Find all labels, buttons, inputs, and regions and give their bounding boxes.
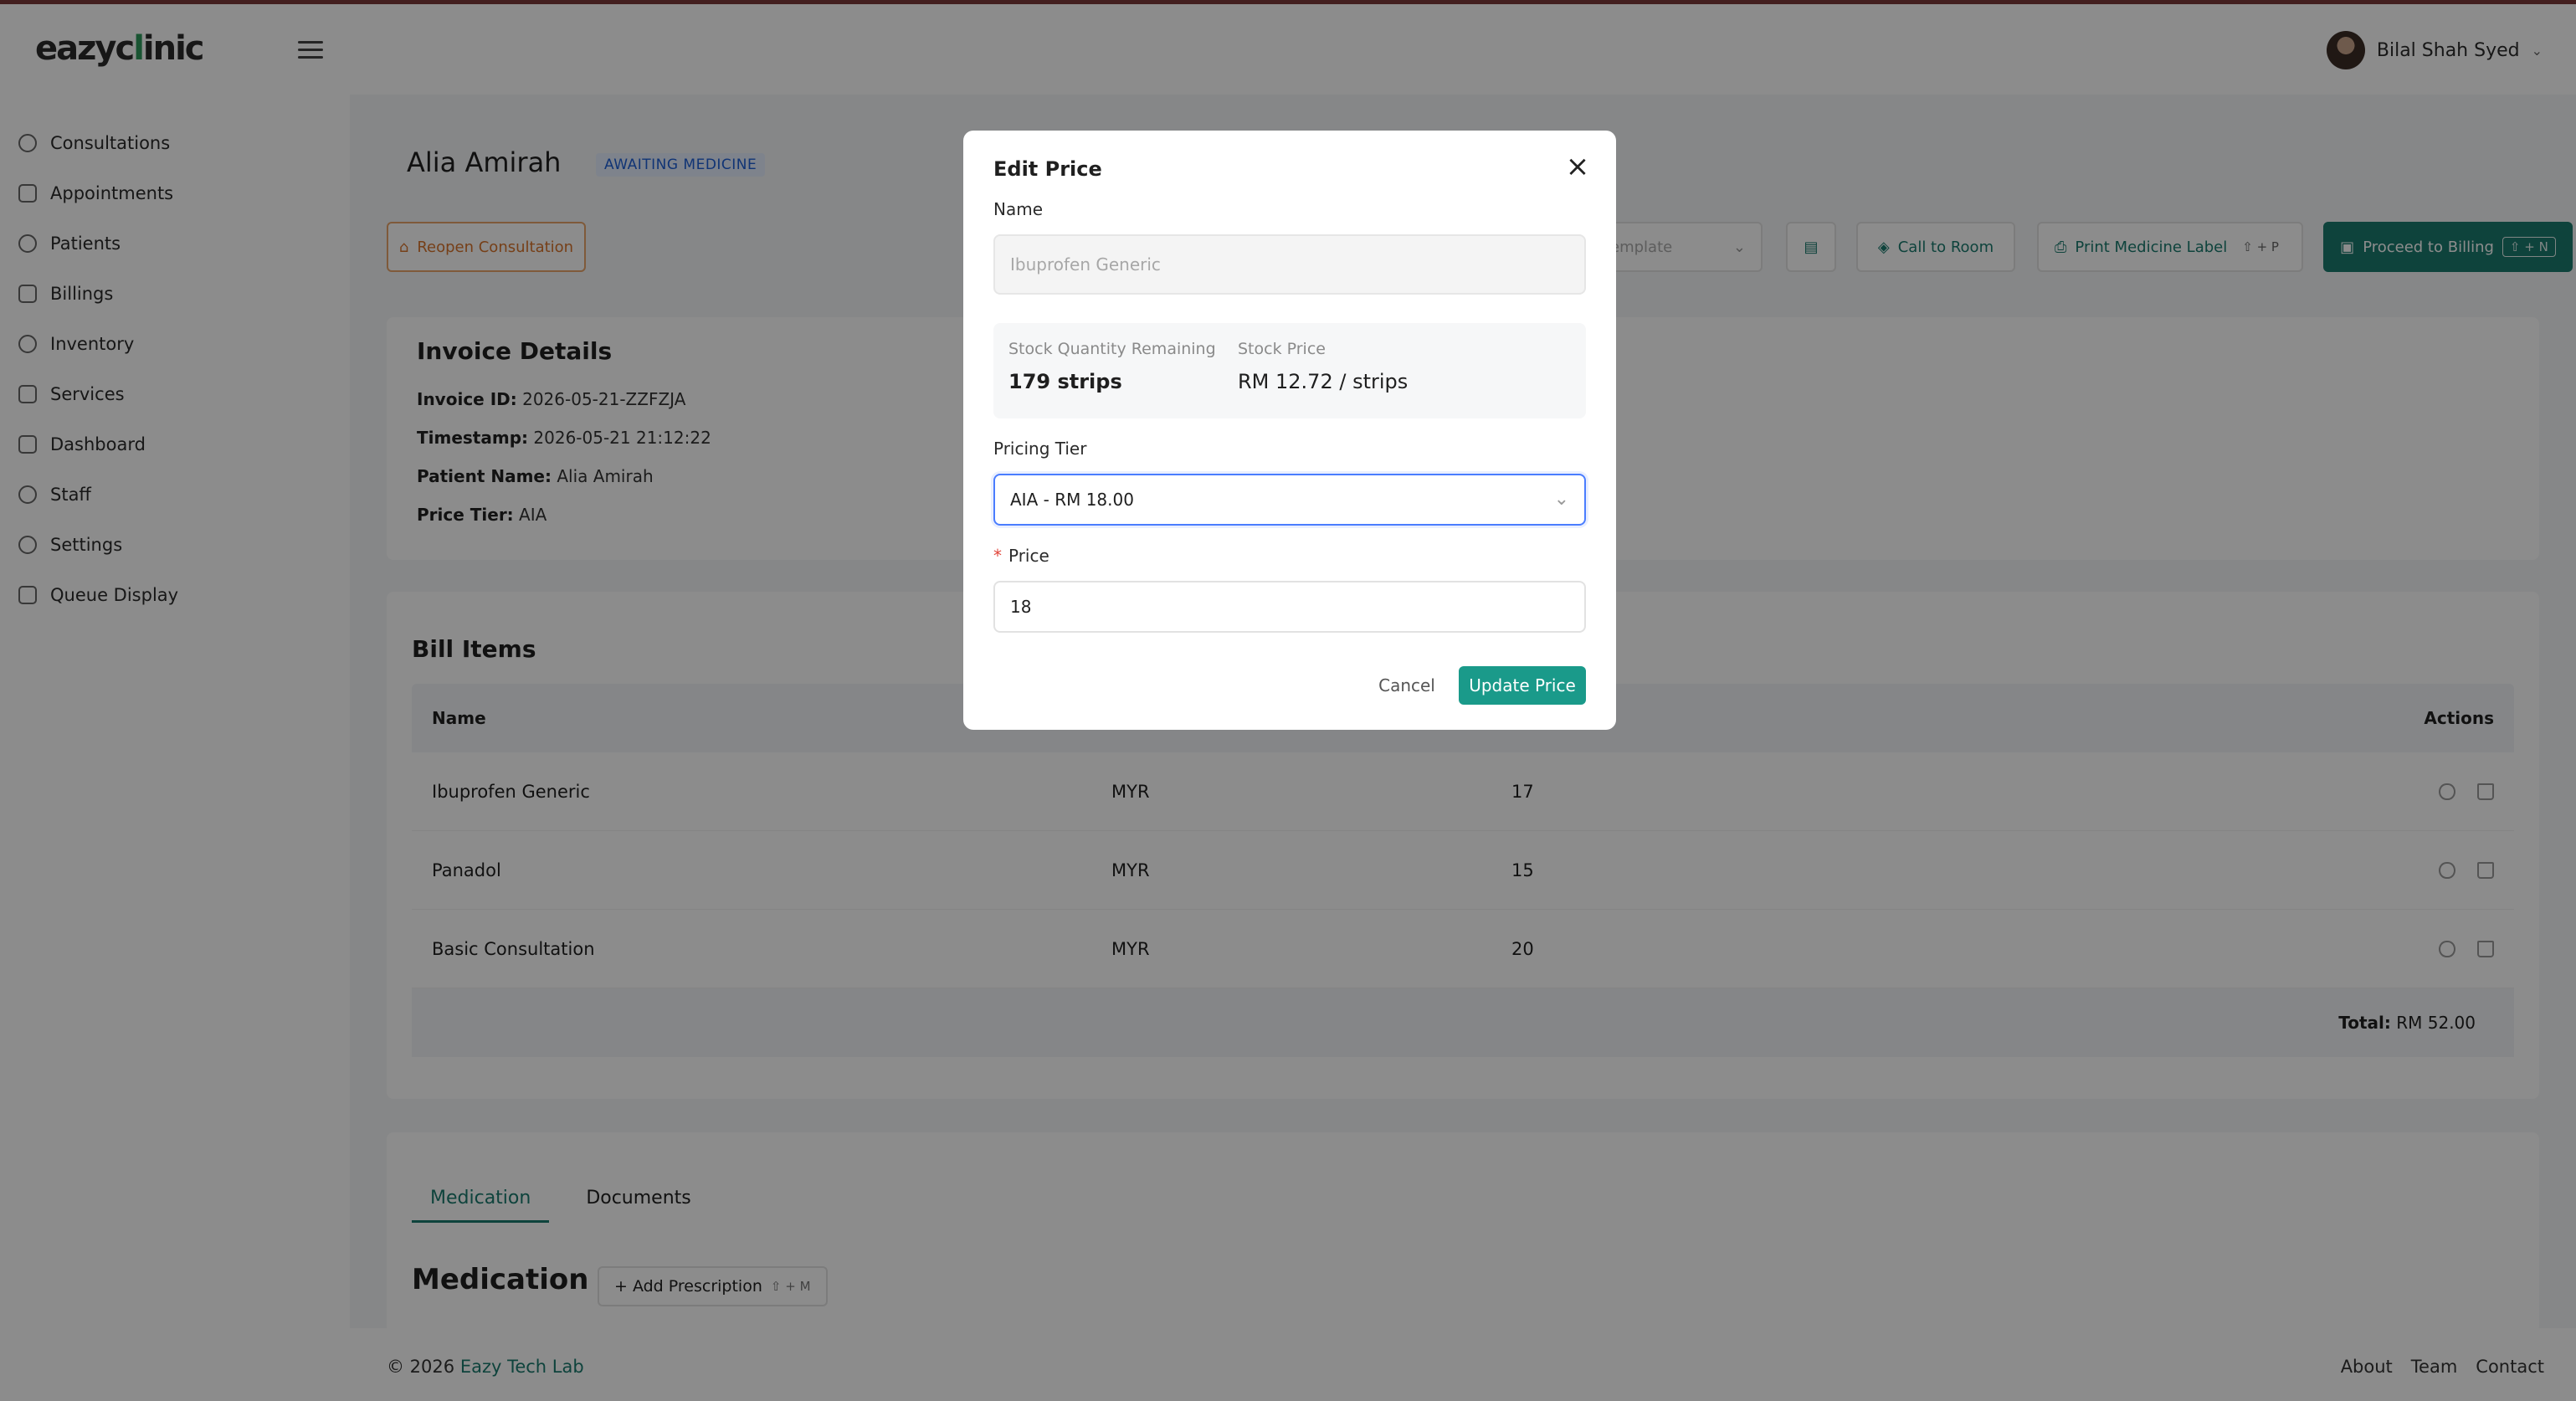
pricing-tier-label: Pricing Tier [993,439,1087,459]
required-marker: * [993,546,1002,566]
price-label-text: Price [1008,546,1049,566]
price-label: * Price [993,546,1049,566]
close-icon[interactable]: × [1564,152,1591,181]
pricing-tier-value: AIA - RM 18.00 [1010,490,1134,510]
stock-quantity-value: 179 strips [1008,370,1122,393]
price-input[interactable]: 18 [993,581,1586,633]
modal-title: Edit Price [993,157,1102,181]
stock-price-value: RM 12.72 / strips [1238,370,1409,393]
stock-price: Stock Price RM 12.72 / strips [1238,340,1408,393]
chevron-down-icon: ⌄ [1553,489,1569,510]
stock-quantity: Stock Quantity Remaining 179 strips [1008,340,1216,393]
cancel-button[interactable]: Cancel [1365,666,1449,705]
name-field: Ibuprofen Generic [993,234,1586,295]
update-price-button[interactable]: Update Price [1459,666,1586,705]
name-label: Name [993,199,1044,219]
edit-price-modal: Edit Price × Name Ibuprofen Generic Stoc… [963,131,1616,730]
stock-quantity-label: Stock Quantity Remaining [1008,340,1216,358]
stock-price-label: Stock Price [1238,340,1326,358]
pricing-tier-select[interactable]: AIA - RM 18.00 ⌄ [993,474,1586,526]
stock-info-box: Stock Quantity Remaining 179 strips Stoc… [993,323,1586,418]
